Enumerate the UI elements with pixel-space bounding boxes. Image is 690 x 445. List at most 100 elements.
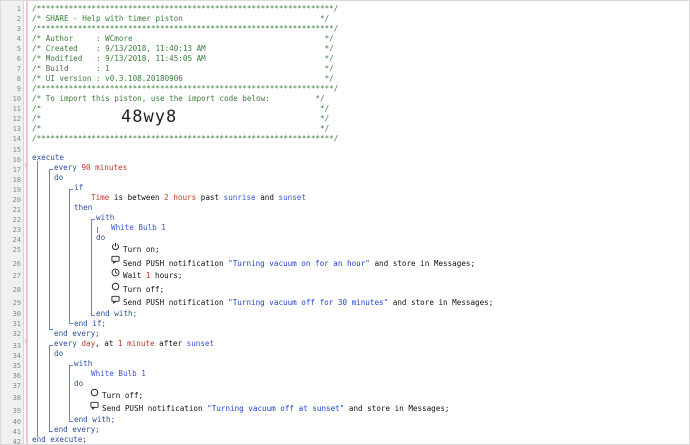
- line-number: 37: [12, 382, 21, 390]
- push-message: "Turning vacuum off at sunset": [207, 404, 345, 413]
- line-number: 4: [16, 35, 21, 43]
- line-number: 40: [12, 418, 21, 426]
- header-comment-line: /* Created : 9/13/2018, 11:40:13 AM */: [32, 44, 334, 53]
- code-do[interactable]: do: [54, 349, 63, 359]
- guide-tick: [49, 431, 53, 432]
- code-then[interactable]: then: [74, 203, 92, 213]
- unit-minutes: minutes: [90, 163, 128, 172]
- code-end-with[interactable]: end with;: [96, 309, 137, 319]
- guide-tick: [91, 315, 95, 316]
- header-comment-line: /***************************************…: [32, 84, 339, 93]
- line-number: 31: [12, 320, 21, 328]
- push-message: "Turning vacuum off for 30 minutes": [228, 298, 389, 307]
- push-message: "Turning vacuum on for an hour": [228, 259, 370, 268]
- header-comment-line: /* SHARE - Help with timer piston */: [32, 14, 330, 23]
- code-execute[interactable]: execute: [32, 153, 64, 163]
- line-number: 19: [12, 186, 21, 194]
- line-number: 42: [12, 438, 21, 445]
- line-number: 15: [12, 146, 21, 154]
- push-text: Send PUSH notification: [123, 259, 229, 268]
- push-text: Send PUSH notification: [102, 404, 208, 413]
- header-comment-line: /***************************************…: [32, 24, 339, 33]
- line-number: 22: [12, 216, 21, 224]
- line-number: 28: [12, 286, 21, 294]
- code-do[interactable]: do: [74, 379, 83, 389]
- guide-tick: [69, 189, 73, 190]
- line-number: 30: [12, 310, 21, 318]
- line-number: 10: [12, 95, 21, 103]
- code-end-with[interactable]: end with;: [74, 415, 115, 425]
- piston-code-viewer: 1 2 3 4 5 6 7 8 9 10 11 12 13 14 15 16 17 18 19 20 21 22 23 24 2…: [0, 0, 690, 445]
- action-send-push-3[interactable]: Send PUSH notification "Turning vacuum o…: [102, 404, 449, 414]
- header-comment-line: /* */: [32, 124, 330, 133]
- code-end-every[interactable]: end every;: [54, 425, 100, 435]
- action-wait[interactable]: Wait 1 hours;: [123, 271, 182, 281]
- guide-tick: [69, 323, 73, 324]
- if-block-guide: [69, 189, 70, 323]
- line-number: 8: [16, 75, 21, 83]
- line-number: 33: [12, 342, 21, 350]
- kw-every: every: [54, 163, 82, 172]
- power-off-icon: [111, 282, 120, 291]
- line-number: 34: [12, 352, 21, 360]
- line-number: 11: [12, 105, 21, 113]
- line-number: 32: [12, 330, 21, 338]
- code-end-execute[interactable]: end execute;: [32, 435, 87, 444]
- sunset-value: sunset: [278, 193, 306, 202]
- power-off-icon: [90, 388, 99, 397]
- line-number: 29: [12, 299, 21, 307]
- header-comment-line: /***************************************…: [32, 134, 339, 143]
- code-end-if[interactable]: end if;: [74, 319, 106, 329]
- line-number: 3: [16, 25, 21, 33]
- guide-tick: [69, 421, 73, 422]
- code-with[interactable]: with: [96, 213, 114, 223]
- action-turn-off[interactable]: Turn off;: [102, 391, 143, 401]
- header-comment-line: /* Modified : 9/13/2018, 11:45:05 AM */: [32, 54, 334, 63]
- kw-every: every: [54, 339, 82, 348]
- header-comment-line: /***************************************…: [32, 4, 339, 13]
- header-comment-line: /* UI version : v0.3.108.20180906 */: [32, 74, 334, 83]
- and-text: and: [255, 193, 279, 202]
- action-send-push-2[interactable]: Send PUSH notification "Turning vacuum o…: [123, 298, 493, 308]
- line-number: 20: [12, 196, 21, 204]
- message-icon: [111, 295, 120, 304]
- fold-marker[interactable]: ⁞: [25, 339, 31, 345]
- guide-tick: [49, 169, 53, 170]
- code-every-statement[interactable]: every 90 minutes: [54, 163, 127, 173]
- code-every-day-statement[interactable]: every day, at 1 minute after sunset: [54, 339, 214, 349]
- line-number: 2: [16, 15, 21, 23]
- device-white-bulb-1[interactable]: White Bulb 1: [91, 369, 146, 379]
- line-number: 21: [12, 206, 21, 214]
- header-comment-line: /* Build : 1 */: [32, 64, 334, 73]
- store-text: and store in Messages;: [388, 298, 494, 307]
- code-if[interactable]: if: [74, 183, 83, 193]
- action-turn-on[interactable]: Turn on;: [123, 245, 160, 255]
- line-number: 7: [16, 65, 21, 73]
- between-operator: is between: [109, 193, 165, 202]
- code-do[interactable]: do: [54, 173, 63, 183]
- code-with[interactable]: with: [74, 359, 92, 369]
- device-white-bulb-1[interactable]: White Bulb 1: [111, 223, 166, 233]
- header-comment-line: /* */: [32, 114, 330, 123]
- code-do[interactable]: do: [96, 233, 105, 243]
- unit-minute: minute: [122, 339, 155, 348]
- guide-tick: [49, 329, 53, 330]
- code-condition[interactable]: Time is between 2 hours past sunrise and…: [91, 193, 306, 203]
- num-90: 90: [81, 163, 91, 172]
- line-number: 27: [12, 272, 21, 280]
- hours-text: hours;: [150, 271, 183, 280]
- action-turn-off[interactable]: Turn off;: [123, 285, 164, 295]
- header-comment-line: /* To import this piston, use the import…: [32, 94, 325, 103]
- guide-tick: [49, 345, 53, 346]
- code-end-every[interactable]: end every;: [54, 329, 100, 339]
- line-number: 6: [16, 55, 21, 63]
- line-number: 25: [12, 246, 21, 254]
- store-text: and store in Messages;: [369, 259, 476, 268]
- guide-tick: [91, 219, 95, 220]
- action-send-push-1[interactable]: Send PUSH notification "Turning vacuum o…: [123, 259, 475, 269]
- line-number: 24: [12, 236, 21, 244]
- line-number: 13: [12, 125, 21, 133]
- fold-marker[interactable]: ⁞: [25, 163, 31, 169]
- execution-rail: [26, 1, 28, 444]
- sunset-value: sunset: [186, 339, 215, 348]
